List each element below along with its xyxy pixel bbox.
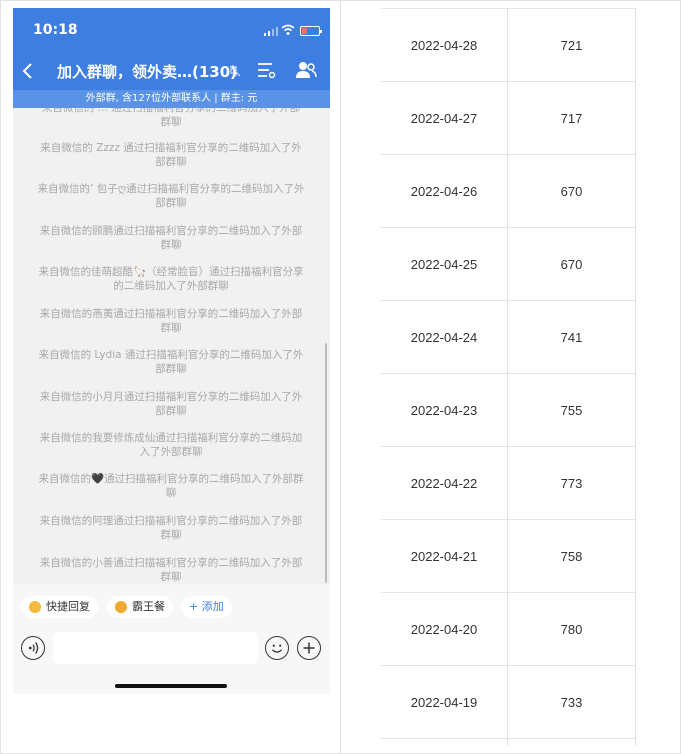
add-label: + 添加 xyxy=(189,600,224,613)
system-message: 来自微信的小善通过扫描福利官分享的二维码加入了外部群聊 xyxy=(39,557,303,583)
date-cell: 2022-04-20 xyxy=(410,622,478,637)
system-message: 来自微信的 Lydia 通过扫描福利官分享的二维码加入了外部群聊 xyxy=(38,349,304,375)
table-row: 2022-04-26 670 xyxy=(381,154,636,227)
battery-icon xyxy=(300,26,322,36)
table-row: 2022-04-23 755 xyxy=(381,373,636,446)
data-table-cell: 2022-04-28 721 2022-04-27 717 2022-04-26… xyxy=(341,0,681,754)
date-cell: 2022-04-22 xyxy=(410,476,478,491)
bawang-label: 霸王餐 xyxy=(132,600,165,613)
system-message: 来自微信的我要修炼成仙通过扫描福利官分享的二维码加入了外部群聊 xyxy=(39,432,303,458)
system-message: 来自微信的 ... 通过扫描福利官分享的二维码加入了外部群聊 xyxy=(41,108,301,128)
message-list[interactable]: 来自微信的 ... 通过扫描福利官分享的二维码加入了外部群聊 来自微信的 Zzz… xyxy=(13,108,330,584)
table-row: 2022-04-22 773 xyxy=(381,446,636,519)
chat-header: 10:18 加入群聊，领外卖…(130) 外部群, 含127位外部联系人 | 群… xyxy=(13,8,330,108)
value-cell: 670 xyxy=(560,257,583,272)
value-cell: 733 xyxy=(560,695,583,710)
home-indicator xyxy=(115,684,227,688)
system-message: 来自微信的顾鹏通过扫描福利官分享的二维码加入了外部群聊 xyxy=(39,225,303,251)
table-row: 2022-04-21 758 xyxy=(381,519,636,592)
date-cell: 2022-04-28 xyxy=(410,38,478,53)
chat-title: 加入群聊，领外卖…(130) xyxy=(57,63,238,81)
system-message: 来自微信的🖤通过扫描福利官分享的二维码加入了外部群聊 xyxy=(38,473,304,499)
system-message: 来自微信的阿理通过扫描福利官分享的二维码加入了外部群聊 xyxy=(39,515,303,541)
mute-icon xyxy=(229,65,241,77)
screenshot-cell: 10:18 加入群聊，领外卖…(130) 外部群, 含127位外部联系人 | 群… xyxy=(0,0,341,754)
value-cell: 670 xyxy=(560,184,583,199)
bawang-icon xyxy=(115,601,127,613)
plus-icon[interactable] xyxy=(297,636,321,660)
system-message: 来自微信的小月月通过扫描福利官分享的二维码加入了外部群聊 xyxy=(39,391,303,417)
status-bar: 10:18 xyxy=(13,8,330,52)
value-cell: 773 xyxy=(560,476,583,491)
quick-reply-icon xyxy=(29,601,41,613)
table-row: 2022-04-19 733 xyxy=(381,665,636,738)
scrollbar[interactable] xyxy=(325,343,327,583)
system-message: 来自微信的燕荑通过扫描福利官分享的二维码加入了外部群聊 xyxy=(39,308,303,334)
value-cell: 755 xyxy=(560,403,583,418)
value-cell: 721 xyxy=(560,38,583,53)
date-cell: 2022-04-27 xyxy=(410,111,478,126)
wifi-icon xyxy=(281,24,295,35)
table-row: 2022-04-20 780 xyxy=(381,592,636,665)
back-icon[interactable] xyxy=(17,60,39,82)
value-cell: 717 xyxy=(560,111,583,126)
quick-reply-label: 快捷回复 xyxy=(46,600,90,613)
value-cell: 780 xyxy=(560,622,583,637)
system-message: 来自微信的 Zzzz 通过扫描福利官分享的二维码加入了外部群聊 xyxy=(40,142,302,168)
emoji-icon[interactable] xyxy=(265,636,289,660)
table-row: 2022-04-25 670 xyxy=(381,227,636,300)
system-message: 来自微信的佳萌超酷🦙（经常脸盲）通过扫描福利官分享的二维码加入了外部群聊 xyxy=(38,266,304,292)
date-cell: 2022-04-24 xyxy=(410,330,478,345)
table-row: 2022-04-24 741 xyxy=(381,300,636,373)
phone-screen: 10:18 加入群聊，领外卖…(130) 外部群, 含127位外部联系人 | 群… xyxy=(13,8,330,694)
date-cell: 2022-04-26 xyxy=(410,184,478,199)
date-cell: 2022-04-23 xyxy=(410,403,478,418)
add-chip[interactable]: + 添加 xyxy=(181,596,232,618)
bawang-chip[interactable]: 霸王餐 xyxy=(107,596,173,618)
input-area: 快捷回复 霸王餐 + 添加 xyxy=(13,584,330,694)
status-time: 10:18 xyxy=(33,22,78,38)
voice-icon[interactable] xyxy=(21,636,45,660)
system-message: 来自微信的’ 包子ღ通过扫描福利官分享的二维码加入了外部群聊 xyxy=(37,183,305,209)
group-info-bar: 外部群, 含127位外部联系人 | 群主: 元 xyxy=(13,90,330,108)
value-cell: 741 xyxy=(560,330,583,345)
menu-icon[interactable] xyxy=(256,60,276,80)
nav-bar: 加入群聊，领外卖…(130) xyxy=(13,52,330,90)
date-cell: 2022-04-21 xyxy=(410,549,478,564)
message-input[interactable] xyxy=(53,632,258,664)
value-cell: 758 xyxy=(560,549,583,564)
quick-reply-chip[interactable]: 快捷回复 xyxy=(21,596,98,618)
table-row: 2022-04-28 721 xyxy=(381,8,636,81)
members-icon[interactable] xyxy=(295,60,317,80)
signal-icon xyxy=(264,26,278,36)
date-cell: 2022-04-25 xyxy=(410,257,478,272)
table-row xyxy=(381,738,636,746)
date-cell: 2022-04-19 xyxy=(410,695,478,710)
table-row: 2022-04-27 717 xyxy=(381,81,636,154)
